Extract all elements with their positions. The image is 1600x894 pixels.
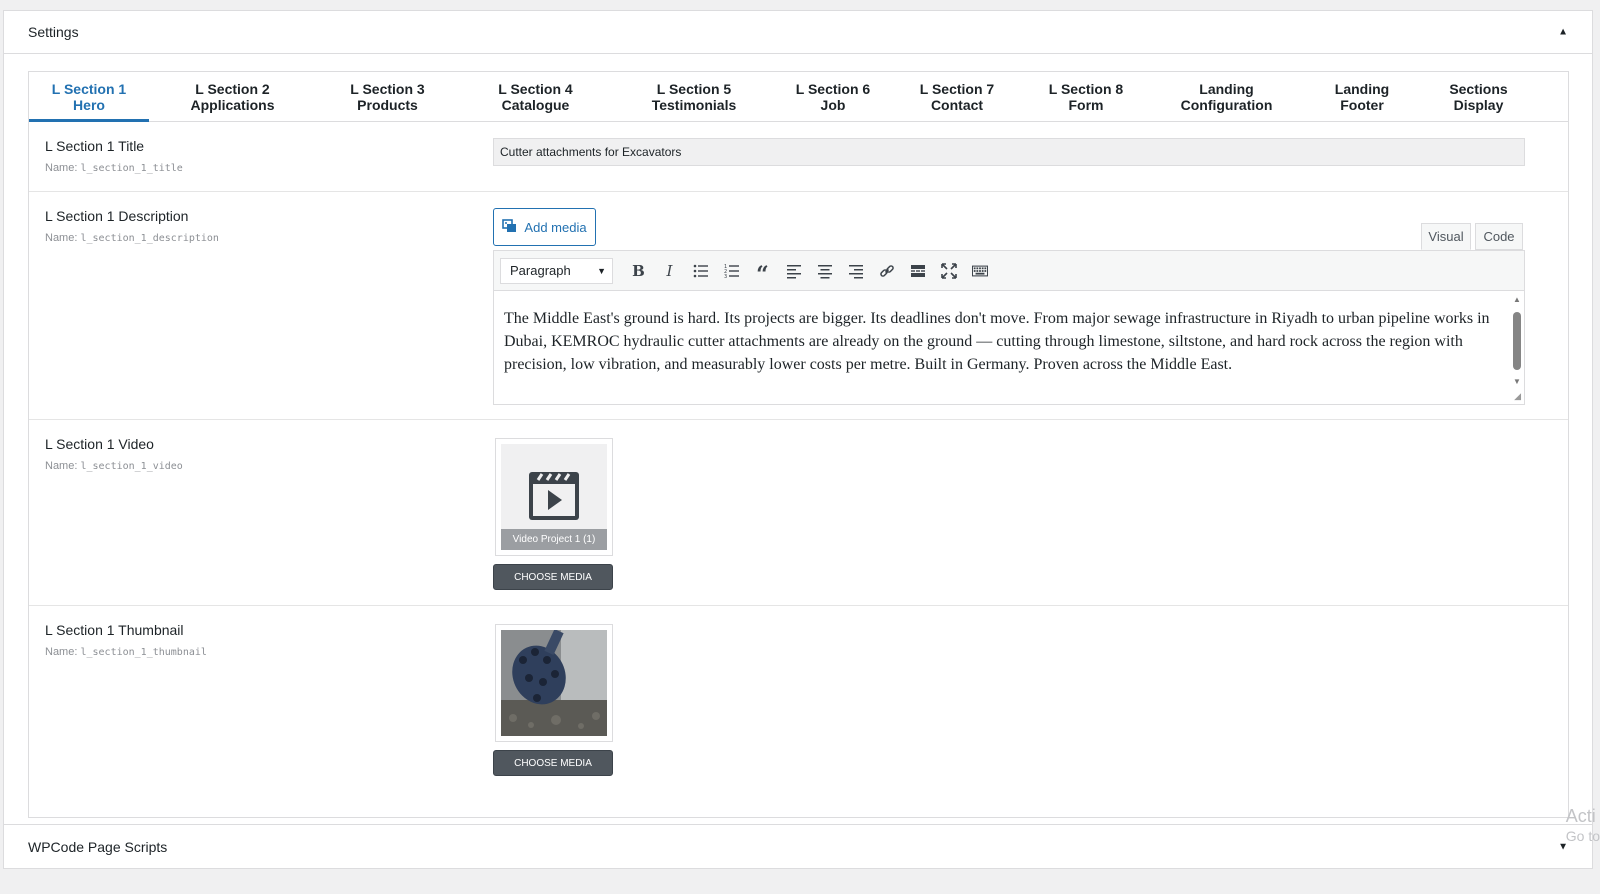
- tab-section-1-hero[interactable]: L Section 1 Hero: [29, 72, 149, 122]
- fullscreen-icon[interactable]: [933, 257, 964, 285]
- wpcode-panel: WPCode Page Scripts ▼: [3, 824, 1593, 869]
- rich-text-editor: Paragraph ▼ B I 123 “ The Middle East's …: [493, 250, 1525, 405]
- title-input[interactable]: [493, 138, 1525, 166]
- wpcode-panel-header[interactable]: WPCode Page Scripts ▼: [4, 825, 1592, 868]
- numbered-list-icon[interactable]: 123: [716, 257, 747, 285]
- field-name-hint: Name: l_section_1_video: [45, 460, 183, 472]
- tab-code[interactable]: Code: [1475, 223, 1523, 250]
- tab-landing-configuration[interactable]: Landing Configuration: [1148, 72, 1305, 121]
- editor-content[interactable]: The Middle East's ground is hard. Its pr…: [494, 291, 1508, 390]
- settings-panel-title: Settings: [28, 24, 79, 40]
- align-right-icon[interactable]: [840, 257, 871, 285]
- description-field-row: L Section 1 Description Name: l_section_…: [29, 192, 1568, 420]
- settings-content: L Section 1 Hero L Section 2 Applications …: [28, 71, 1569, 818]
- tab-landing-footer[interactable]: Landing Footer: [1305, 72, 1419, 121]
- video-preview[interactable]: Video Project 1 (1): [495, 438, 613, 556]
- video-file-icon: [528, 471, 580, 526]
- section-tabs: L Section 1 Hero L Section 2 Applications …: [29, 72, 1568, 122]
- settings-panel: Settings ▲ L Section 1 Hero L Section 2 Ap…: [3, 10, 1593, 830]
- tab-section-2-applications[interactable]: L Section 2 Applications: [149, 72, 316, 121]
- italic-icon[interactable]: I: [654, 257, 685, 285]
- settings-panel-header[interactable]: Settings ▲: [4, 11, 1592, 54]
- tab-section-5-testimonials[interactable]: L Section 5 Testimonials: [612, 72, 776, 121]
- activation-watermark: Acti Go to: [1565, 806, 1600, 844]
- wpcode-panel-title: WPCode Page Scripts: [28, 838, 168, 855]
- align-center-icon[interactable]: [809, 257, 840, 285]
- scroll-up-icon[interactable]: ▲: [1513, 296, 1521, 304]
- tab-section-3-products[interactable]: L Section 3 Products: [316, 72, 459, 121]
- field-label: L Section 1 Thumbnail: [45, 622, 184, 638]
- bullet-list-icon[interactable]: [685, 257, 716, 285]
- choose-thumbnail-button[interactable]: CHOOSE MEDIA: [493, 750, 613, 776]
- video-caption: Video Project 1 (1): [501, 529, 607, 550]
- scrollbar-thumb[interactable]: [1513, 312, 1521, 370]
- editor-scrollbar[interactable]: ▲ ▼: [1513, 296, 1521, 386]
- thumbnail-preview[interactable]: [495, 624, 613, 742]
- title-field-row: L Section 1 Title Name: l_section_1_titl…: [29, 122, 1568, 192]
- media-icon: [502, 218, 518, 237]
- thumbnail-image: [501, 629, 607, 736]
- chevron-down-icon: ▼: [597, 265, 606, 276]
- bold-icon[interactable]: B: [623, 257, 654, 285]
- tab-section-4-catalogue[interactable]: L Section 4 Catalogue: [459, 72, 612, 121]
- read-more-icon[interactable]: [902, 257, 933, 285]
- svg-text:3: 3: [724, 274, 727, 279]
- collapse-arrow-icon[interactable]: ▲: [1558, 27, 1568, 38]
- blockquote-icon[interactable]: “: [747, 257, 778, 288]
- field-name-hint: Name: l_section_1_description: [45, 232, 219, 244]
- format-select[interactable]: Paragraph ▼: [500, 257, 613, 284]
- tab-section-7-contact[interactable]: L Section 7 Contact: [890, 72, 1024, 121]
- field-label: L Section 1 Description: [45, 208, 189, 224]
- add-media-label: Add media: [524, 219, 587, 235]
- editor-toolbar: Paragraph ▼ B I 123 “: [494, 251, 1524, 291]
- link-icon[interactable]: [871, 257, 902, 285]
- field-name-hint: Name: l_section_1_title: [45, 162, 183, 174]
- scroll-down-icon[interactable]: ▼: [1513, 378, 1521, 386]
- tab-section-6-job[interactable]: L Section 6 Job: [776, 72, 890, 121]
- tab-section-8-form[interactable]: L Section 8 Form: [1024, 72, 1148, 121]
- resize-handle-icon[interactable]: ◢: [1514, 391, 1521, 402]
- field-label: L Section 1 Title: [45, 138, 145, 154]
- field-name-hint: Name: l_section_1_thumbnail: [45, 646, 207, 658]
- keyboard-icon[interactable]: [964, 257, 995, 285]
- add-media-button[interactable]: Add media: [493, 208, 596, 246]
- align-left-icon[interactable]: [778, 257, 809, 285]
- video-field-row: L Section 1 Video Name: l_section_1_vide…: [29, 420, 1568, 606]
- field-label: L Section 1 Video: [45, 436, 154, 452]
- choose-video-button[interactable]: CHOOSE MEDIA: [493, 564, 613, 590]
- thumbnail-field-row: L Section 1 Thumbnail Name: l_section_1_…: [29, 606, 1568, 792]
- tab-sections-display[interactable]: Sections Display: [1419, 72, 1538, 121]
- tab-visual[interactable]: Visual: [1421, 223, 1471, 250]
